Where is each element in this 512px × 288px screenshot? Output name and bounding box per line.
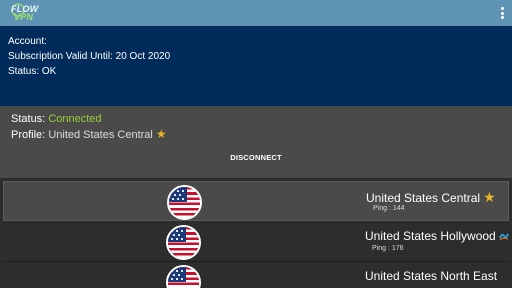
profile-value: United States Central — [48, 129, 153, 141]
wave-icon — [498, 233, 509, 241]
server-row[interactable]: United States North East — [3, 262, 509, 288]
server-list[interactable]: United States Central ★ Ping : 144 United… — [0, 178, 512, 288]
app-bar: FLOW VPN — [0, 0, 512, 26]
server-name: United States Central ★ — [366, 189, 496, 206]
server-ping: Ping : 176 — [372, 245, 404, 252]
us-flag-icon — [167, 185, 202, 220]
disconnect-button[interactable]: DISCONNECT — [196, 148, 316, 168]
server-name-text: United States Hollywood — [365, 229, 496, 243]
more-vert-icon[interactable] — [498, 6, 506, 20]
status-label: Status: — [11, 113, 46, 125]
us-flag-icon — [166, 225, 201, 260]
server-name: United States North East — [365, 269, 497, 283]
profile-line: Profile: United States Central ★ — [11, 127, 512, 143]
profile-label: Profile: — [11, 129, 46, 141]
subscription-valid-until: Subscription Valid Until: 20 Oct 2020 — [8, 51, 171, 62]
server-name-text: United States North East — [365, 269, 498, 283]
star-icon: ★ — [155, 127, 167, 141]
star-icon: ★ — [483, 189, 496, 205]
server-row[interactable]: United States Hollywood Ping : 176 — [3, 222, 509, 262]
account-panel: Account: Subscription Valid Until: 20 Oc… — [0, 26, 512, 106]
flowvpn-logo: FLOW VPN — [6, 2, 38, 24]
logo-text-vpn: VPN — [14, 12, 34, 22]
server-name: United States Hollywood — [365, 229, 509, 243]
account-status: Status: OK — [8, 66, 57, 77]
server-ping: Ping : 144 — [373, 205, 405, 212]
server-name-text: United States Central — [366, 191, 481, 205]
us-flag-icon — [166, 265, 201, 288]
account-label: Account: — [8, 36, 47, 47]
connection-status-line: Status: Connected — [11, 112, 512, 127]
status-value: Connected — [48, 113, 102, 125]
server-row[interactable]: United States Central ★ Ping : 144 — [3, 181, 509, 221]
